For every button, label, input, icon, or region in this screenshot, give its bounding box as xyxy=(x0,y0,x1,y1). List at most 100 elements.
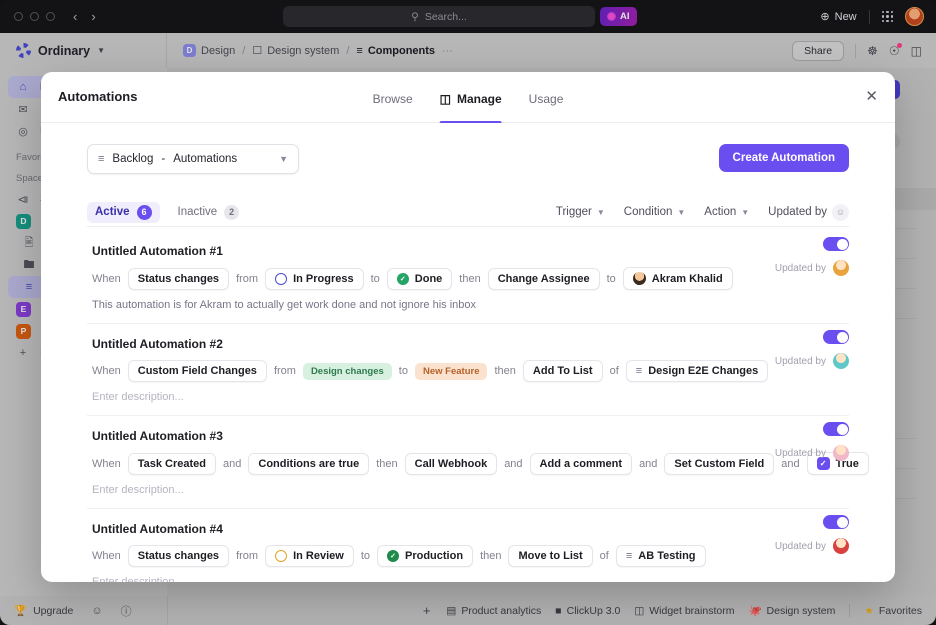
flow-chip-label: Akram Khalid xyxy=(651,272,723,285)
automation-enabled-toggle[interactable] xyxy=(823,330,849,344)
automation-row[interactable]: Untitled Automation #1 When Status changes… xyxy=(87,231,849,324)
automation-enabled-toggle[interactable] xyxy=(823,422,849,436)
automation-description[interactable]: Enter description... xyxy=(92,391,849,403)
flow-chip[interactable]: ✓ Done xyxy=(386,267,453,290)
flow-chip[interactable]: Akram Khalid xyxy=(622,267,733,290)
list-scope-picker[interactable]: ≡ Backlog - Automations ▼ xyxy=(87,144,299,174)
filter-trigger[interactable]: Trigger ▼ xyxy=(556,206,605,218)
flow-keyword: from xyxy=(236,550,259,562)
filter-action[interactable]: Action ▼ xyxy=(704,206,749,218)
list-icon: ≡ xyxy=(635,365,643,377)
flow-chip-label: Status changes xyxy=(137,550,220,562)
segment-count-badge: 6 xyxy=(136,204,152,220)
automation-row[interactable]: Untitled Automation #3 When Task Created an… xyxy=(87,416,869,509)
automation-list: Untitled Automation #1 When Status changes… xyxy=(87,231,869,582)
flow-chip-label: Add a comment xyxy=(539,457,623,470)
flow-chip-label: Production xyxy=(405,550,464,562)
flow-chip[interactable]: Add a comment xyxy=(529,452,633,475)
flow-keyword: When xyxy=(92,272,121,285)
flow-chip[interactable]: Add To List xyxy=(522,360,603,382)
flow-chip-label: Add To List xyxy=(532,365,593,377)
list-scope-separator: - xyxy=(161,153,166,165)
automation-description[interactable]: Enter description... xyxy=(92,484,849,496)
automation-flow: When Task Created and Conditions are true th… xyxy=(92,452,869,475)
flow-chip[interactable]: Status changes xyxy=(127,267,230,290)
flow-chip-label: Design E2E Changes xyxy=(648,365,759,377)
flow-tag[interactable]: Design changes xyxy=(302,362,392,380)
flow-chip[interactable]: In Review xyxy=(265,545,354,567)
automation-description[interactable]: This automation is for Akram to actually… xyxy=(92,299,849,311)
flow-keyword: then xyxy=(480,550,502,562)
tab-label: Usage xyxy=(528,91,564,106)
avatar[interactable] xyxy=(833,538,849,554)
updated-by-label: Updated by xyxy=(774,447,826,459)
flow-chip[interactable]: ✓ Production xyxy=(377,545,474,567)
flow-keyword: and xyxy=(223,457,242,470)
updated-by: Updated by xyxy=(775,445,849,461)
flow-chip-label: Done xyxy=(414,272,443,285)
automation-enabled-toggle[interactable] xyxy=(823,237,849,251)
create-automation-button[interactable]: Create Automation xyxy=(718,144,849,172)
filter-label: Condition xyxy=(623,206,673,218)
flow-chip[interactable]: Status changes xyxy=(127,545,230,567)
modal-body: ≡ Backlog - Automations ▼ Active 6 Inact… xyxy=(41,123,895,582)
avatar[interactable] xyxy=(833,260,849,276)
segment-active[interactable]: Active 6 xyxy=(87,201,160,223)
avatar[interactable] xyxy=(833,445,849,461)
segment-label: Inactive xyxy=(177,206,218,218)
flow-chip[interactable]: In Progress xyxy=(265,267,364,290)
updated-by: Updated by xyxy=(775,260,849,276)
flow-keyword: from xyxy=(236,272,259,285)
flow-chip-label: Task Created xyxy=(137,457,207,470)
flow-keyword: to xyxy=(606,272,616,285)
flow-chip[interactable]: Task Created xyxy=(127,452,217,475)
avatar[interactable] xyxy=(833,353,849,369)
updated-by-label: Updated by xyxy=(774,262,826,274)
segment-label: Active xyxy=(95,206,130,218)
page-title: Automations xyxy=(58,89,138,104)
updated-by-label: Updated by xyxy=(774,540,826,552)
list-icon: ≡ xyxy=(98,153,105,165)
flow-chip[interactable]: Custom Field Changes xyxy=(127,360,267,382)
flow-tag[interactable]: New Feature xyxy=(414,362,488,380)
flow-chip[interactable]: ≡ AB Testing xyxy=(615,545,706,567)
updated-by: Updated by xyxy=(775,353,849,369)
flow-chip[interactable]: Move to List xyxy=(508,545,593,567)
flow-chip[interactable]: Call Webhook xyxy=(404,452,498,475)
filter-updated-by[interactable]: Updated by ☺ xyxy=(768,203,849,221)
flow-keyword: then xyxy=(376,457,398,470)
flow-keyword: When xyxy=(92,550,121,562)
close-icon[interactable]: ✕ xyxy=(865,89,878,104)
tab-label: Manage xyxy=(456,91,502,106)
flow-keyword: and xyxy=(504,457,523,470)
filter-condition[interactable]: Condition ▼ xyxy=(624,206,686,218)
filter-label: Updated by xyxy=(768,206,827,218)
automation-row[interactable]: Untitled Automation #2 When Custom Field C… xyxy=(87,324,849,416)
flow-chip-label: Conditions are true xyxy=(258,457,360,470)
flow-chip[interactable]: Change Assignee xyxy=(487,267,600,290)
chevron-down-icon: ▼ xyxy=(279,154,288,164)
tab-manage[interactable]: ◫ Manage xyxy=(439,72,502,123)
updated-by-label: Updated by xyxy=(774,355,826,367)
list-icon: ≡ xyxy=(625,550,633,562)
tab-usage[interactable]: Usage xyxy=(529,72,564,123)
flow-chip[interactable]: ≡ Design E2E Changes xyxy=(625,360,769,382)
automation-flow: When Status changes from In Review to ✓ Produc… xyxy=(92,545,849,567)
flow-chip[interactable]: Conditions are true xyxy=(248,452,370,475)
flow-chip-label: In Progress xyxy=(293,272,354,285)
automation-row[interactable]: Untitled Automation #4 When Status changes… xyxy=(87,509,849,582)
app-window: ‹ › ⚲ Search... AI ⊕ New Ordinary ▼ D De… xyxy=(0,0,936,625)
flow-keyword: of xyxy=(599,550,609,562)
automation-row-controls: Updated by xyxy=(775,422,849,461)
status-done-icon: ✓ xyxy=(387,550,399,562)
automation-description[interactable]: Enter description... xyxy=(92,576,849,582)
filter-label: Trigger xyxy=(555,206,592,218)
automation-enabled-toggle[interactable] xyxy=(823,515,849,529)
flow-chip-label: Set Custom Field xyxy=(674,457,765,470)
list-name-label: Automations xyxy=(173,153,238,165)
flow-keyword: When xyxy=(92,365,121,377)
flow-keyword: from xyxy=(273,365,296,377)
tab-browse[interactable]: Browse xyxy=(373,72,413,123)
segment-inactive[interactable]: Inactive 2 xyxy=(170,202,248,223)
flow-chip[interactable]: Set Custom Field xyxy=(664,452,775,475)
